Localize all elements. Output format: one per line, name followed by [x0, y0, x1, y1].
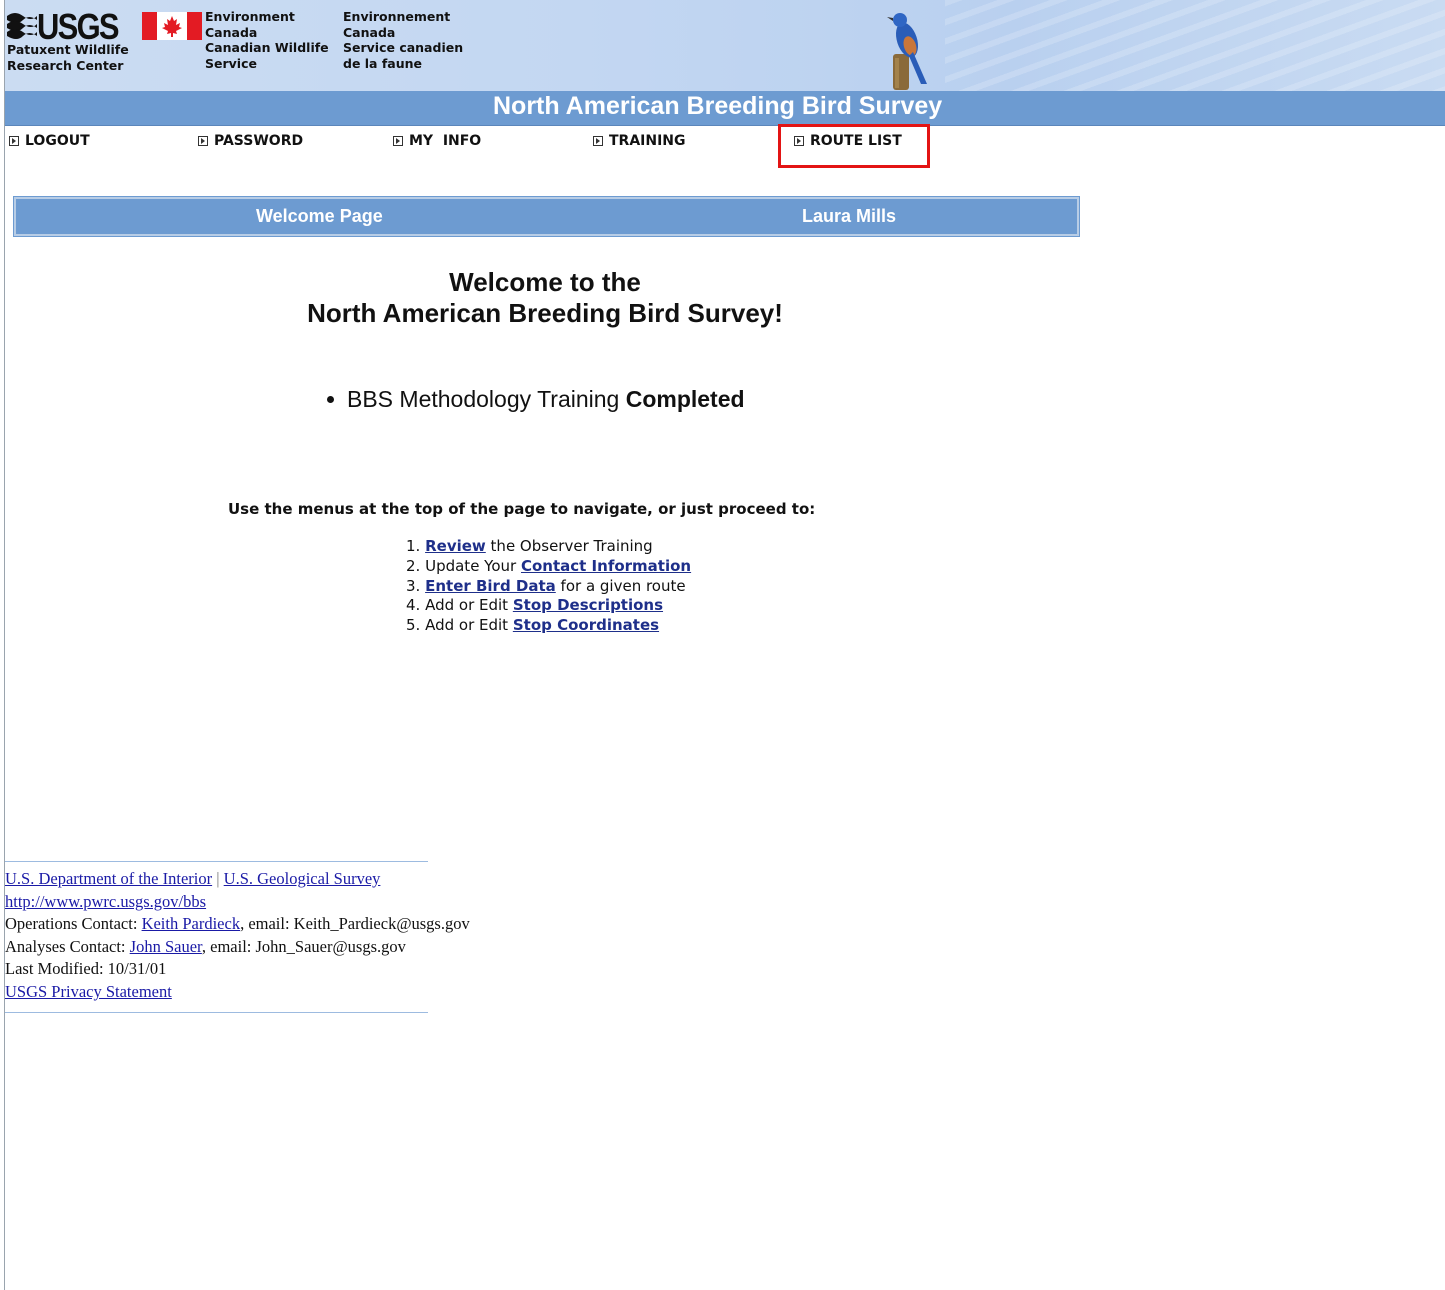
site-title-bar: North American Breeding Bird Survey	[5, 91, 1445, 126]
stop-descriptions-link[interactable]: Stop Descriptions	[513, 596, 663, 614]
ec-fr-line: Service canadien	[343, 40, 464, 55]
doi-link[interactable]: U.S. Department of the Interior	[5, 869, 212, 888]
analyses-contact: Analyses Contact: John Sauer, email: Joh…	[5, 936, 470, 959]
page-left-border	[4, 0, 5, 1290]
nav-password-label: PASSWORD	[214, 133, 304, 149]
step-text: Update Your	[425, 556, 521, 575]
route-list-highlight	[778, 124, 930, 168]
step-text: Add or Edit	[425, 596, 513, 615]
ec-en-line: Canadian Wildlife	[205, 40, 329, 55]
nav-password[interactable]: PASSWORD	[198, 133, 303, 151]
canada-flag-icon	[142, 12, 202, 40]
analyses-label: Analyses Contact:	[5, 936, 130, 956]
list-item: 5. Add or Edit Stop Coordinates	[406, 616, 691, 636]
nav-training-label: TRAINING	[609, 133, 686, 149]
environment-canada-french: Environnement Canada Service canadien de…	[343, 9, 463, 71]
nav-my-info[interactable]: MY INFO	[393, 133, 481, 151]
quick-links-list: 1. Review the Observer Training 2. Updat…	[406, 537, 691, 636]
step-number: 1.	[406, 537, 421, 555]
analyses-email: , email: John_Sauer@usgs.gov	[201, 936, 406, 956]
enter-bird-data-link[interactable]: Enter Bird Data	[425, 577, 556, 595]
step-number: 2.	[406, 556, 421, 575]
nav-logout[interactable]: LOGOUT	[9, 133, 90, 151]
navigation-instruction: Use the menus at the top of the page to …	[228, 500, 816, 518]
step-number: 4.	[406, 596, 421, 615]
welcome-bar: Welcome Page Laura Mills	[13, 196, 1080, 237]
analyses-contact-link[interactable]: John Sauer	[130, 937, 202, 956]
step-text: for a given route	[555, 576, 686, 595]
welcome-heading-line2: North American Breeding Bird Survey!	[307, 298, 783, 328]
arrow-right-icon	[198, 136, 208, 146]
ops-contact-link[interactable]: Keith Pardieck	[142, 914, 241, 933]
privacy-statement-link[interactable]: USGS Privacy Statement	[5, 982, 172, 1001]
welcome-heading-line1: Welcome to the	[449, 267, 641, 297]
bluebird-icon	[887, 13, 927, 90]
nav-training[interactable]: TRAINING	[593, 133, 686, 151]
banner-decoration	[945, 0, 1445, 91]
user-name: Laura Mills	[802, 206, 897, 226]
list-item: 3. Enter Bird Data for a given route	[406, 577, 691, 597]
training-status-value: Completed	[625, 386, 745, 412]
environment-canada-english: Environment Canada Canadian Wildlife Ser…	[205, 9, 329, 71]
site-url-link[interactable]: http://www.pwrc.usgs.gov/bbs	[5, 892, 206, 911]
ec-fr-line: Canada	[343, 24, 396, 40]
footer-divider-top	[5, 861, 428, 862]
nav-logout-label: LOGOUT	[25, 133, 90, 149]
usgs-logo[interactable]: USGS	[7, 6, 137, 47]
page-label: Welcome Page	[256, 206, 383, 226]
list-item: 4. Add or Edit Stop Descriptions	[406, 596, 691, 616]
stop-coordinates-link[interactable]: Stop Coordinates	[513, 616, 659, 634]
contact-information-link[interactable]: Contact Information	[521, 557, 691, 575]
step-text: the Observer Training	[485, 537, 653, 555]
footer: U.S. Department of the Interior | U.S. G…	[5, 868, 470, 1004]
step-number: 5.	[406, 616, 421, 635]
footer-divider-bottom	[5, 1012, 428, 1013]
arrow-right-icon	[593, 136, 603, 146]
list-item: 1. Review the Observer Training	[406, 537, 691, 557]
usgs-wave-icon	[7, 13, 37, 39]
ec-fr-line: Environnement	[343, 9, 451, 24]
ops-label: Operations Contact:	[5, 914, 142, 934]
list-item: 2. Update Your Contact Information	[406, 557, 691, 577]
usgs-subtitle: Patuxent Wildlife Research Center	[7, 42, 129, 73]
bullet-icon	[327, 396, 334, 403]
ops-email: , email: Keith_Pardieck@usgs.gov	[240, 914, 470, 934]
footer-agency-links: U.S. Department of the Interior | U.S. G…	[5, 868, 470, 891]
step-text: Add or Edit	[425, 616, 513, 635]
arrow-right-icon	[9, 136, 19, 146]
ec-en-line: Canada	[205, 24, 258, 40]
last-modified: Last Modified: 10/31/01	[5, 959, 167, 979]
ec-fr-line: de la faune	[343, 55, 422, 71]
usgs-link[interactable]: U.S. Geological Survey	[224, 869, 381, 888]
step-number: 3.	[406, 576, 421, 595]
training-status: BBS Methodology Training Completed	[327, 386, 745, 413]
footer-separator: |	[216, 869, 220, 888]
site-title: North American Breeding Bird Survey	[493, 92, 943, 120]
training-label: BBS Methodology Training	[347, 386, 620, 412]
ec-en-line: Environment	[205, 9, 295, 24]
operations-contact: Operations Contact: Keith Pardieck, emai…	[5, 913, 470, 936]
nav-my-info-label: MY INFO	[409, 133, 482, 149]
arrow-right-icon	[393, 136, 403, 146]
review-training-link[interactable]: Review	[425, 537, 486, 555]
ec-en-line: Service	[205, 55, 257, 71]
header-banner: USGS Patuxent Wildlife Research Center E…	[5, 0, 1445, 92]
